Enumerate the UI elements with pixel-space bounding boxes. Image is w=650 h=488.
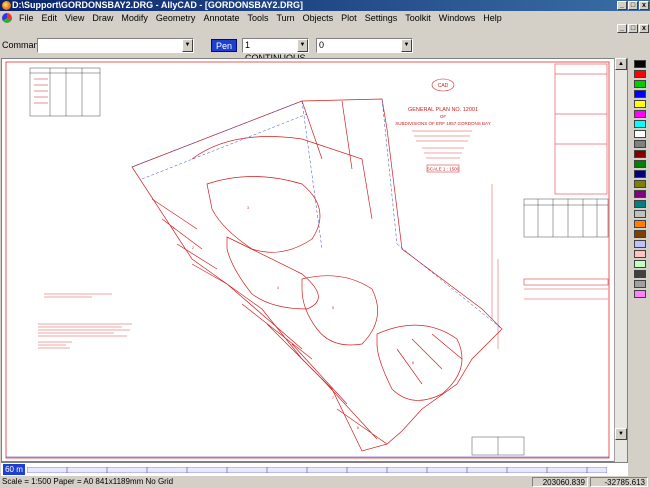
color-swatch[interactable] bbox=[634, 80, 646, 88]
doc-close-button[interactable]: x bbox=[639, 24, 649, 33]
menu-settings[interactable]: Settings bbox=[361, 11, 402, 25]
color-swatch[interactable] bbox=[634, 110, 646, 118]
maximize-button[interactable]: □ bbox=[628, 1, 638, 10]
color-swatch[interactable] bbox=[634, 220, 646, 228]
menu-help[interactable]: Help bbox=[479, 11, 506, 25]
command-toolbar: Command : ▼ Pen 1 CONTINUOUS ▼ 0 ▼ bbox=[0, 37, 650, 63]
svg-text:5: 5 bbox=[332, 306, 334, 310]
menu-plot[interactable]: Plot bbox=[337, 11, 361, 25]
svg-text:7: 7 bbox=[332, 396, 334, 400]
scroll-down-icon[interactable]: ▼ bbox=[615, 428, 627, 440]
zoom-label[interactable]: 60 m bbox=[3, 464, 25, 475]
menu-file[interactable]: File bbox=[15, 11, 38, 25]
menu-modify[interactable]: Modify bbox=[117, 11, 152, 25]
color-swatch[interactable] bbox=[634, 260, 646, 268]
color-swatch[interactable] bbox=[634, 60, 646, 68]
status-bar: Scale = 1:500 Paper = A0 841x1189mm No G… bbox=[0, 476, 650, 488]
scroll-up-icon[interactable]: ▲ bbox=[615, 58, 627, 70]
document-icon[interactable] bbox=[2, 13, 12, 23]
vertical-scrollbar[interactable]: ▲ ▼ bbox=[614, 58, 627, 462]
svg-text:4: 4 bbox=[277, 286, 279, 290]
svg-text:3: 3 bbox=[247, 206, 249, 210]
color-swatch[interactable] bbox=[634, 240, 646, 248]
menu-view[interactable]: View bbox=[61, 11, 88, 25]
menu-objects[interactable]: Objects bbox=[299, 11, 338, 25]
color-swatch[interactable] bbox=[634, 130, 646, 138]
window-title: D:\Support\GORDONSBAY2.DRG - AllyCAD - [… bbox=[12, 0, 304, 10]
menu-tools[interactable]: Tools bbox=[243, 11, 272, 25]
color-swatch[interactable] bbox=[634, 150, 646, 158]
layer-select[interactable]: 0 ▼ bbox=[316, 38, 413, 53]
color-swatch[interactable] bbox=[634, 230, 646, 238]
svg-text:8: 8 bbox=[357, 426, 359, 430]
menu-annotate[interactable]: Annotate bbox=[199, 11, 243, 25]
color-swatch[interactable] bbox=[634, 180, 646, 188]
color-swatch[interactable] bbox=[634, 190, 646, 198]
subdivision-plan bbox=[131, 98, 503, 452]
svg-text:2: 2 bbox=[192, 246, 194, 250]
y-coordinate: -32785.613 bbox=[590, 477, 648, 487]
plan-subtitle: SUBDIVISIONS OF ERF 1957 GORDONS BAY bbox=[395, 121, 490, 126]
plan-title: GENERAL PLAN NO. 12001 bbox=[408, 107, 478, 113]
color-swatch[interactable] bbox=[634, 270, 646, 278]
color-swatch[interactable] bbox=[634, 200, 646, 208]
minimize-button[interactable]: _ bbox=[617, 1, 627, 10]
x-coordinate: 203060.839 bbox=[532, 477, 588, 487]
color-swatch[interactable] bbox=[634, 100, 646, 108]
menu-geometry[interactable]: Geometry bbox=[152, 11, 200, 25]
color-swatch[interactable] bbox=[634, 90, 646, 98]
coordinate-table bbox=[523, 198, 609, 238]
layer-value: 0 bbox=[319, 40, 325, 50]
color-swatch[interactable] bbox=[634, 160, 646, 168]
cad-drawing: CAD GENERAL PLAN NO. 12001 OF SUBDIVISIO… bbox=[5, 61, 610, 459]
menu-edit[interactable]: Edit bbox=[38, 11, 62, 25]
menu-draw[interactable]: Draw bbox=[88, 11, 117, 25]
color-swatch[interactable] bbox=[634, 210, 646, 218]
chevron-down-icon[interactable]: ▼ bbox=[401, 39, 412, 52]
menu-bar: File Edit View Draw Modify Geometry Anno… bbox=[0, 11, 650, 33]
color-swatch[interactable] bbox=[634, 290, 646, 298]
color-swatch[interactable] bbox=[634, 280, 646, 288]
drawing-canvas[interactable]: CAD GENERAL PLAN NO. 12001 OF SUBDIVISIO… bbox=[1, 58, 628, 462]
color-swatch[interactable] bbox=[634, 140, 646, 148]
area-schedule-table bbox=[29, 67, 101, 117]
scale-box-text: SCALE 1 : 1500 bbox=[427, 167, 460, 172]
menu-toolkit[interactable]: Toolkit bbox=[401, 11, 435, 25]
color-palette bbox=[631, 58, 649, 462]
color-swatch[interactable] bbox=[634, 120, 646, 128]
horizontal-ruler-bar[interactable]: 60 m bbox=[1, 462, 628, 476]
linetype-select[interactable]: 1 CONTINUOUS ▼ bbox=[242, 38, 309, 63]
title-block bbox=[554, 63, 608, 195]
menu-windows[interactable]: Windows bbox=[435, 11, 480, 25]
drawing-notes bbox=[38, 293, 132, 349]
allycad-app-icon[interactable] bbox=[2, 1, 11, 10]
scale-ruler bbox=[27, 467, 607, 473]
svg-text:1: 1 bbox=[172, 226, 174, 230]
close-button[interactable]: x bbox=[639, 1, 649, 10]
doc-minimize-button[interactable]: _ bbox=[617, 24, 627, 33]
plan-title-of: OF bbox=[440, 114, 447, 119]
doc-maximize-button[interactable]: □ bbox=[628, 24, 638, 33]
menu-turn[interactable]: Turn bbox=[272, 11, 298, 25]
svg-text:6: 6 bbox=[412, 361, 414, 365]
chevron-down-icon[interactable]: ▼ bbox=[297, 39, 308, 52]
color-swatch[interactable] bbox=[634, 250, 646, 258]
chevron-down-icon[interactable]: ▼ bbox=[182, 39, 193, 52]
color-swatch[interactable] bbox=[634, 170, 646, 178]
color-swatch[interactable] bbox=[634, 70, 646, 78]
title-bar: D:\Support\GORDONSBAY2.DRG - AllyCAD - [… bbox=[0, 0, 650, 11]
pen-button[interactable]: Pen bbox=[211, 39, 237, 52]
boundary-lines bbox=[131, 98, 503, 330]
status-scale: Scale = 1:500 Paper = A0 841x1189mm No G… bbox=[2, 477, 174, 486]
cad-logo-text: CAD bbox=[438, 83, 449, 89]
command-input[interactable]: ▼ bbox=[37, 38, 194, 53]
